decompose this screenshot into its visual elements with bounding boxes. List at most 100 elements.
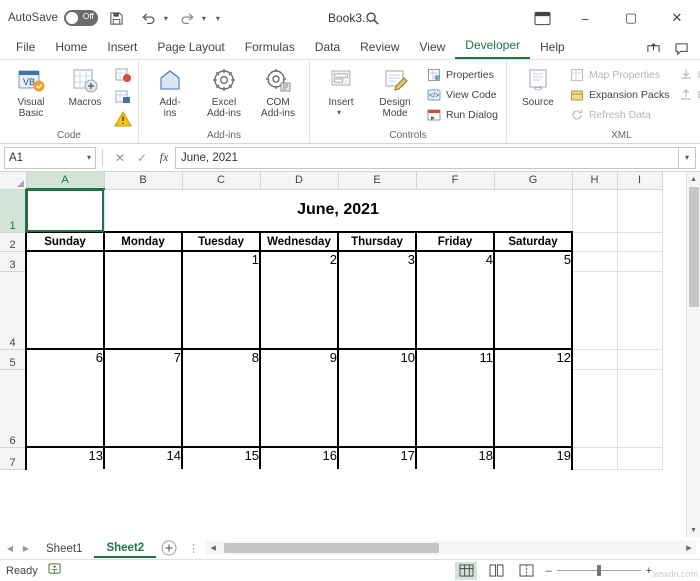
- week-body-cell[interactable]: [181, 271, 261, 350]
- week-body-cell[interactable]: [259, 271, 339, 350]
- cell-i1[interactable]: [617, 189, 663, 233]
- export-button[interactable]: Export: [674, 85, 700, 105]
- accessibility-icon[interactable]: [48, 562, 63, 579]
- enter-icon[interactable]: ✓: [131, 147, 153, 169]
- page-layout-view-icon[interactable]: [485, 562, 507, 580]
- tab-data[interactable]: Data: [305, 37, 350, 59]
- zoom-track[interactable]: [556, 565, 641, 576]
- week-body-cell[interactable]: [103, 369, 183, 448]
- import-button[interactable]: Import: [674, 65, 700, 85]
- calendar-title[interactable]: June, 2021: [104, 189, 573, 233]
- scroll-left-icon[interactable]: ◀: [206, 541, 221, 555]
- vertical-scroll-thumb[interactable]: [688, 187, 699, 307]
- share-icon[interactable]: [640, 39, 666, 59]
- xml-source-button[interactable]: <> Source: [511, 63, 565, 108]
- day-name-wednesday[interactable]: Wednesday: [259, 231, 339, 252]
- date-cell[interactable]: [25, 251, 105, 271]
- cell-i3[interactable]: [617, 251, 663, 272]
- tab-developer[interactable]: Developer: [455, 35, 530, 59]
- insert-control-button[interactable]: Insert ▾: [314, 63, 368, 118]
- day-name-saturday[interactable]: Saturday: [493, 231, 573, 252]
- excel-add-ins-button[interactable]: Excel Add-ins: [197, 63, 251, 119]
- zoom-in-button[interactable]: +: [646, 565, 652, 577]
- cell-i2[interactable]: [617, 232, 663, 252]
- tab-file[interactable]: File: [6, 37, 45, 59]
- minimize-button[interactable]: –: [562, 0, 608, 36]
- scroll-right-icon[interactable]: ▶: [682, 541, 696, 555]
- date-cell[interactable]: [103, 251, 183, 271]
- map-properties-button[interactable]: Map Properties: [565, 65, 674, 85]
- cell-h1[interactable]: [572, 189, 618, 233]
- tab-home[interactable]: Home: [45, 37, 97, 59]
- tab-help[interactable]: Help: [530, 37, 575, 59]
- cell-h6[interactable]: [572, 369, 618, 448]
- visual-basic-button[interactable]: VB Visual Basic: [4, 63, 58, 119]
- cell-h2[interactable]: [572, 232, 618, 252]
- macros-button[interactable]: Macros: [58, 63, 112, 108]
- comments-icon[interactable]: [668, 39, 694, 59]
- day-name-sunday[interactable]: Sunday: [25, 231, 105, 252]
- date-cell[interactable]: 1: [181, 251, 261, 271]
- cell-i5[interactable]: [617, 349, 663, 370]
- undo-icon[interactable]: [136, 5, 162, 31]
- row-header-5[interactable]: 5: [0, 349, 27, 370]
- week-body-cell[interactable]: [259, 369, 339, 448]
- date-cell[interactable]: 7: [103, 349, 183, 369]
- cell-a1[interactable]: [26, 189, 105, 233]
- week-body-cell[interactable]: [415, 271, 495, 350]
- add-ins-button[interactable]: Add-ins: [143, 63, 197, 119]
- week-body-cell[interactable]: [337, 271, 417, 350]
- horizontal-scroll-thumb[interactable]: [224, 543, 440, 553]
- zoom-slider[interactable]: – +: [545, 565, 652, 577]
- page-break-view-icon[interactable]: [515, 562, 537, 580]
- cell-h4[interactable]: [572, 271, 618, 350]
- ribbon-display-options-icon[interactable]: [522, 0, 562, 36]
- row-header-2[interactable]: 2: [0, 232, 27, 252]
- row-header-1[interactable]: 1: [0, 189, 27, 233]
- column-header-b[interactable]: B: [104, 172, 183, 190]
- date-cell[interactable]: 5: [493, 251, 573, 271]
- autosave-control[interactable]: AutoSave Off: [8, 10, 98, 26]
- previous-sheet-icon[interactable]: ◀: [2, 537, 18, 559]
- week-body-cell[interactable]: [337, 369, 417, 448]
- cell-h5[interactable]: [572, 349, 618, 370]
- date-cell[interactable]: 10: [337, 349, 417, 369]
- tab-review[interactable]: Review: [350, 37, 409, 59]
- name-box-dropdown-icon[interactable]: ▾: [87, 153, 91, 162]
- cell-i7[interactable]: [617, 447, 663, 470]
- redo-dropdown-icon[interactable]: ▾: [202, 14, 206, 23]
- day-name-thursday[interactable]: Thursday: [337, 231, 417, 252]
- maximize-button[interactable]: ▢: [608, 0, 654, 36]
- week-body-cell[interactable]: [493, 369, 573, 448]
- horizontal-scroll-track[interactable]: [220, 541, 682, 555]
- row-header-7[interactable]: 7: [0, 447, 27, 470]
- week-body-cell[interactable]: [103, 271, 183, 350]
- week-body-cell[interactable]: [181, 369, 261, 448]
- vertical-scrollbar[interactable]: ▲ ▼: [686, 172, 700, 537]
- cell-h7[interactable]: [572, 447, 618, 470]
- formula-input[interactable]: June, 2021: [175, 146, 678, 169]
- close-button[interactable]: ✕: [654, 0, 700, 36]
- tab-insert[interactable]: Insert: [97, 37, 147, 59]
- week-body-cell[interactable]: [25, 271, 105, 350]
- zoom-handle[interactable]: [596, 565, 601, 576]
- date-cell[interactable]: 19: [493, 447, 573, 469]
- customize-quick-access-icon[interactable]: ▾: [216, 14, 220, 23]
- run-dialog-button[interactable]: Run Dialog: [422, 105, 502, 125]
- sheet-tab-sheet1[interactable]: Sheet1: [34, 539, 94, 557]
- row-header-4[interactable]: 4: [0, 271, 27, 350]
- date-cell[interactable]: 2: [259, 251, 339, 271]
- row-header-6[interactable]: 6: [0, 369, 27, 448]
- cancel-icon[interactable]: ✕: [109, 147, 131, 169]
- insert-function-icon[interactable]: fx: [153, 147, 175, 169]
- date-cell[interactable]: 11: [415, 349, 495, 369]
- date-cell[interactable]: 12: [493, 349, 573, 369]
- date-cell[interactable]: 6: [25, 349, 105, 369]
- date-cell[interactable]: 16: [259, 447, 339, 469]
- name-box[interactable]: A1 ▾: [4, 146, 96, 169]
- scroll-up-icon[interactable]: ▲: [687, 172, 700, 186]
- view-code-button[interactable]: </> View Code: [422, 85, 502, 105]
- column-header-c[interactable]: C: [182, 172, 261, 190]
- cell-i4[interactable]: [617, 271, 663, 350]
- column-header-e[interactable]: E: [338, 172, 417, 190]
